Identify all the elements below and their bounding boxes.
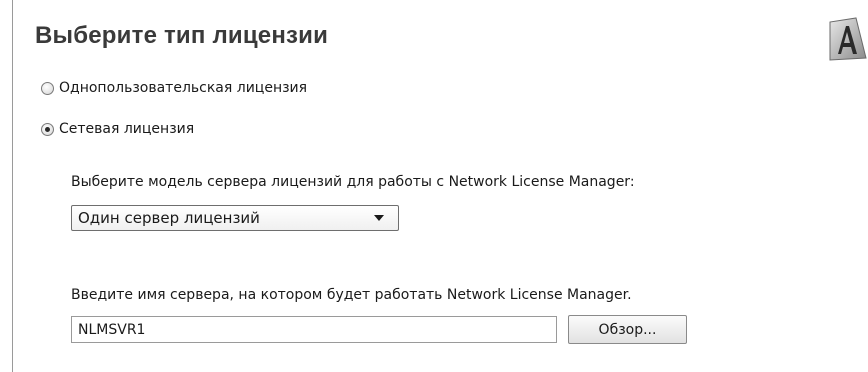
page-title: Выберите тип лицензии — [35, 22, 329, 49]
server-model-selected-value: Один сервер лицензий — [78, 209, 260, 227]
radio-network-indicator[interactable] — [41, 122, 54, 136]
radio-single-user[interactable]: Однопользовательская лицензия — [41, 80, 307, 96]
server-name-input[interactable] — [71, 316, 557, 343]
radio-single-user-indicator[interactable] — [41, 81, 54, 95]
license-panel: Выберите тип лицензии Однопользовательск… — [12, 0, 868, 372]
radio-network-label[interactable]: Сетевая лицензия — [59, 121, 194, 137]
server-name-prompt: Введите имя сервера, на котором будет ра… — [71, 287, 632, 303]
radio-network[interactable]: Сетевая лицензия — [41, 121, 194, 137]
autodesk-a-logo-icon — [829, 17, 867, 61]
browse-button[interactable]: Обзор... — [568, 315, 687, 344]
radio-single-user-label[interactable]: Однопользовательская лицензия — [59, 80, 307, 96]
server-model-select[interactable]: Один сервер лицензий — [71, 205, 399, 231]
server-model-prompt: Выберите модель сервера лицензий для раб… — [71, 174, 635, 190]
chevron-down-icon[interactable] — [374, 215, 384, 221]
